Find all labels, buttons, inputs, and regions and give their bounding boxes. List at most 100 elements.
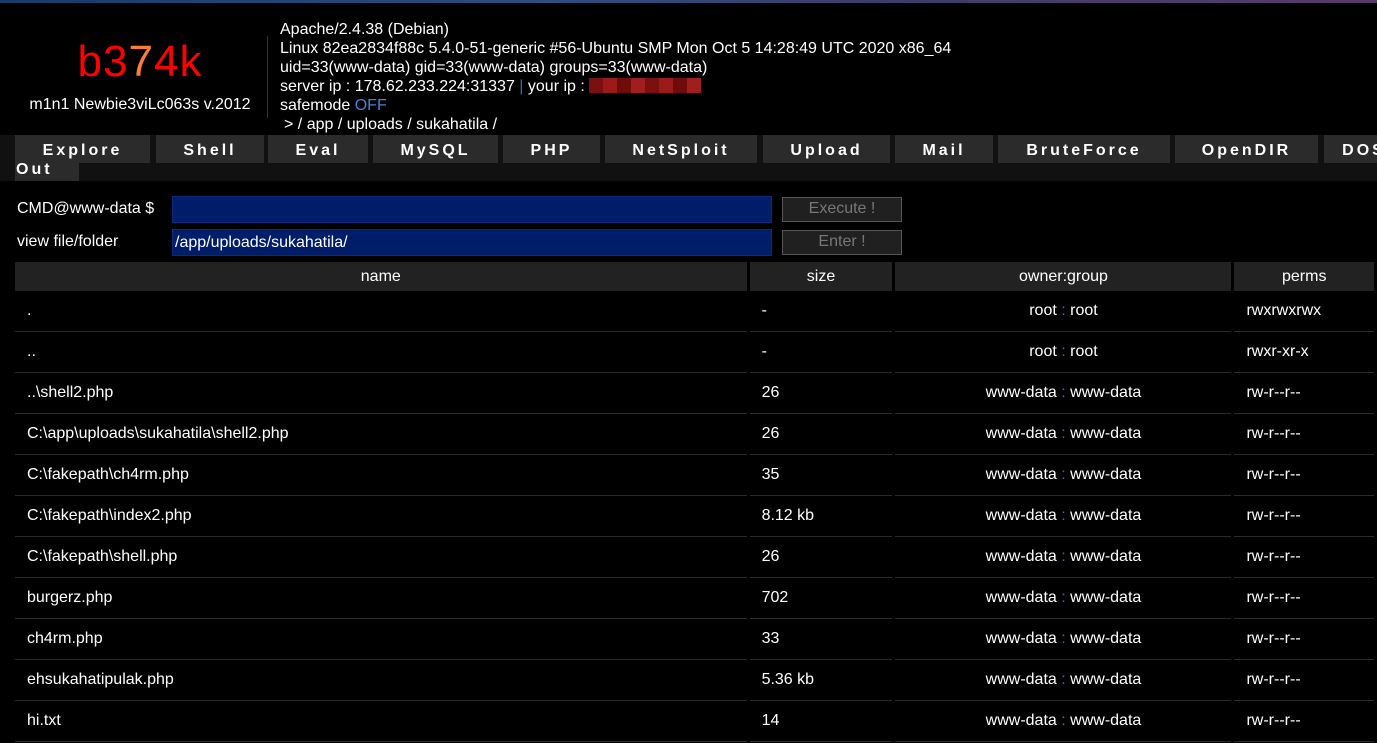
file-size: - bbox=[749, 332, 893, 373]
owner-name: www-data bbox=[985, 466, 1057, 483]
breadcrumb: > / app / uploads / sukahatila / bbox=[280, 115, 951, 134]
group-name: www-data bbox=[1070, 384, 1142, 401]
group-name: root bbox=[1070, 302, 1098, 319]
file-perms[interactable]: rw-r--r-- bbox=[1234, 619, 1374, 660]
group-name: www-data bbox=[1070, 712, 1142, 729]
file-name[interactable]: C:\app\uploads\sukahatila\shell2.php bbox=[15, 414, 747, 455]
file-size: 8.12 kb bbox=[749, 496, 893, 537]
owner-separator: : bbox=[1061, 384, 1066, 401]
execute-button[interactable]: Execute ! bbox=[782, 197, 902, 222]
file-perms[interactable]: rw-r--r-- bbox=[1234, 660, 1374, 701]
table-row: C:\fakepath\ch4rm.php 35 www-data : www-… bbox=[15, 455, 1374, 496]
safemode-status: OFF bbox=[354, 97, 387, 114]
enter-button[interactable]: Enter ! bbox=[782, 230, 902, 255]
file-size: 14 bbox=[749, 701, 893, 742]
owner-separator: : bbox=[1061, 630, 1066, 647]
breadcrumb-path[interactable]: / app / uploads / sukahatila / bbox=[298, 116, 497, 133]
view-label: view file/folder bbox=[17, 233, 119, 250]
file-name[interactable]: ch4rm.php bbox=[15, 619, 747, 660]
safemode-label: safemode bbox=[280, 97, 351, 114]
menu-item-netsploit[interactable]: NetSploit bbox=[605, 135, 757, 163]
header-perms[interactable]: perms bbox=[1234, 262, 1374, 291]
table-row: hi.txt 14 www-data : www-data rw-r--r-- bbox=[15, 701, 1374, 742]
file-name[interactable]: burgerz.php bbox=[15, 578, 747, 619]
table-header-row: name size owner:group perms bbox=[15, 262, 1374, 291]
file-name[interactable]: C:\fakepath\shell.php bbox=[15, 537, 747, 578]
file-perms[interactable]: rw-r--r-- bbox=[1234, 537, 1374, 578]
owner-name: root bbox=[1029, 302, 1057, 319]
logo-part-1: b3 bbox=[77, 37, 129, 86]
file-perms[interactable]: rw-r--r-- bbox=[1234, 496, 1374, 537]
group-name: www-data bbox=[1070, 466, 1142, 483]
menu-item-upload[interactable]: Upload bbox=[763, 135, 890, 163]
file-perms[interactable]: rw-r--r-- bbox=[1234, 373, 1374, 414]
logo-block: b374k m1n1 Newbie3viLc063s v.2012 bbox=[15, 40, 265, 114]
file-owner: www-data : www-data bbox=[895, 619, 1232, 660]
cmd-input[interactable] bbox=[172, 196, 772, 223]
file-perms[interactable]: rwxr-xr-x bbox=[1234, 332, 1374, 373]
file-owner: www-data : www-data bbox=[895, 660, 1232, 701]
owner-separator: : bbox=[1061, 302, 1066, 319]
file-name[interactable]: C:\fakepath\index2.php bbox=[15, 496, 747, 537]
logo-subtitle: m1n1 Newbie3viLc063s v.2012 bbox=[29, 96, 251, 113]
table-row: ehsukahatipulak.php 5.36 kb www-data : w… bbox=[15, 660, 1374, 701]
menu-item-dos[interactable]: DOS bbox=[1324, 135, 1377, 163]
file-name[interactable]: hi.txt bbox=[15, 701, 747, 742]
top-gradient-bar bbox=[0, 0, 1377, 3]
logo-title[interactable]: b374k bbox=[15, 40, 265, 84]
file-table: name size owner:group perms . - root : r… bbox=[12, 262, 1377, 742]
owner-name: root bbox=[1029, 343, 1057, 360]
owner-separator: : bbox=[1061, 589, 1066, 606]
file-size: 5.36 kb bbox=[749, 660, 893, 701]
owner-separator: : bbox=[1061, 466, 1066, 483]
server-software: Apache/2.4.38 (Debian) bbox=[280, 21, 449, 38]
system-uname: Linux 82ea2834f88c 5.4.0-51-generic #56-… bbox=[280, 40, 952, 57]
table-row: C:\app\uploads\sukahatila\shell2.php 26 … bbox=[15, 414, 1374, 455]
menu-item-eval[interactable]: Eval bbox=[268, 135, 368, 163]
user-id-info: uid=33(www-data) gid=33(www-data) groups… bbox=[280, 59, 708, 76]
file-name[interactable]: ehsukahatipulak.php bbox=[15, 660, 747, 701]
menu-item-shell[interactable]: Shell bbox=[156, 135, 264, 163]
file-name[interactable]: ..\shell2.php bbox=[15, 373, 747, 414]
table-row: C:\fakepath\index2.php 8.12 kb www-data … bbox=[15, 496, 1374, 537]
server-ip: server ip : 178.62.233.224:31337 bbox=[280, 78, 515, 95]
file-perms[interactable]: rw-r--r-- bbox=[1234, 455, 1374, 496]
group-name: www-data bbox=[1070, 589, 1142, 606]
menu-item-explore[interactable]: Explore bbox=[15, 135, 150, 163]
owner-separator: : bbox=[1061, 712, 1066, 729]
table-row: .. - root : root rwxr-xr-x bbox=[15, 332, 1374, 373]
menu-item-php[interactable]: PHP bbox=[503, 135, 600, 163]
file-perms[interactable]: rw-r--r-- bbox=[1234, 701, 1374, 742]
file-owner: root : root bbox=[895, 291, 1232, 332]
view-path-input[interactable] bbox=[172, 229, 772, 256]
header-owner[interactable]: owner:group bbox=[895, 262, 1232, 291]
file-name[interactable]: .. bbox=[15, 332, 747, 373]
table-row: burgerz.php 702 www-data : www-data rw-r… bbox=[15, 578, 1374, 619]
group-name: www-data bbox=[1070, 507, 1142, 524]
table-row: ch4rm.php 33 www-data : www-data rw-r--r… bbox=[15, 619, 1374, 660]
owner-name: www-data bbox=[985, 589, 1057, 606]
file-perms[interactable]: rw-r--r-- bbox=[1234, 414, 1374, 455]
file-perms[interactable]: rwxrwxrwx bbox=[1234, 291, 1374, 332]
menu-item-opendir[interactable]: OpenDIR bbox=[1175, 135, 1318, 163]
menu-item-mysql[interactable]: MySQL bbox=[373, 135, 498, 163]
menu-item-mail[interactable]: Mail bbox=[895, 135, 993, 163]
menu-item-bruteforce[interactable]: BruteForce bbox=[998, 135, 1170, 163]
file-name[interactable]: C:\fakepath\ch4rm.php bbox=[15, 455, 747, 496]
group-name: www-data bbox=[1070, 425, 1142, 442]
file-owner: www-data : www-data bbox=[895, 537, 1232, 578]
owner-separator: : bbox=[1061, 671, 1066, 688]
header-divider bbox=[267, 36, 268, 118]
header-size[interactable]: size bbox=[749, 262, 893, 291]
owner-name: www-data bbox=[985, 712, 1057, 729]
owner-separator: : bbox=[1061, 425, 1066, 442]
owner-name: www-data bbox=[985, 630, 1057, 647]
owner-name: www-data bbox=[985, 425, 1057, 442]
breadcrumb-prefix: > bbox=[284, 116, 294, 133]
menu-item-out[interactable]: Out bbox=[16, 161, 53, 179]
header-name[interactable]: name bbox=[15, 262, 747, 291]
owner-separator: : bbox=[1061, 343, 1066, 360]
file-size: 26 bbox=[749, 373, 893, 414]
file-perms[interactable]: rw-r--r-- bbox=[1234, 578, 1374, 619]
file-name[interactable]: . bbox=[15, 291, 747, 332]
